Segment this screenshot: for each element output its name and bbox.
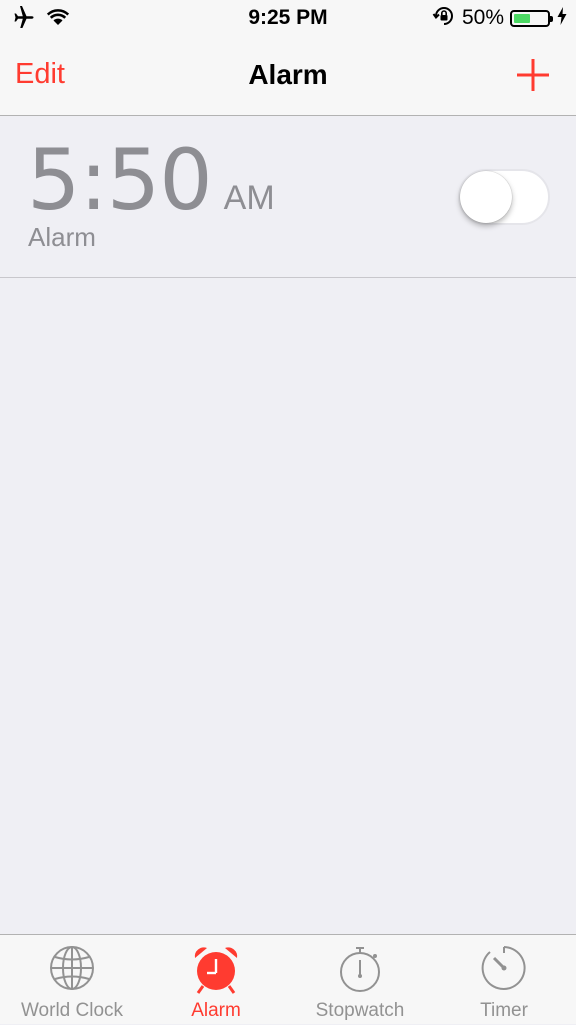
alarm-label: Alarm xyxy=(28,222,96,252)
battery-percent: 50% xyxy=(461,6,504,29)
toggle-knob xyxy=(460,171,512,223)
top-bar-background: 9:25 PM 50% Edit Alarm xyxy=(0,0,576,116)
battery-tip xyxy=(550,15,553,22)
alarm-toggle[interactable] xyxy=(458,169,550,225)
tab-stopwatch[interactable]: Stopwatch xyxy=(288,935,432,1025)
tab-alarm[interactable]: Alarm xyxy=(144,935,288,1025)
tab-world-clock[interactable]: World Clock xyxy=(0,935,144,1025)
timer-icon xyxy=(481,946,526,990)
tab-bar: World Clock Alarm Stopwatch Timer xyxy=(0,934,576,1024)
stopwatch-icon xyxy=(340,947,380,992)
battery-level-fill xyxy=(514,13,530,23)
rotation-lock-icon xyxy=(432,4,456,33)
plus-icon xyxy=(517,59,549,91)
alarm-ampm: AM xyxy=(223,179,275,217)
alarm-row[interactable]: 5:50 AM Alarm xyxy=(0,116,576,278)
tab-label: Stopwatch xyxy=(315,1000,405,1021)
tab-label: World Clock xyxy=(20,1000,124,1021)
page-title: Alarm xyxy=(248,59,328,90)
charging-bolt-icon xyxy=(556,6,568,31)
battery-icon xyxy=(510,9,553,27)
add-alarm-button[interactable] xyxy=(516,58,550,92)
status-bar: 9:25 PM 50% xyxy=(0,0,576,38)
tab-label: Alarm xyxy=(191,1000,241,1021)
alarm-clock-icon xyxy=(194,947,238,994)
alarm-time-line: 5:50 AM xyxy=(27,138,275,222)
globe-icon xyxy=(50,946,94,990)
navigation-bar: Edit Alarm xyxy=(0,38,576,115)
tab-timer[interactable]: Timer xyxy=(432,935,576,1025)
status-bar-right: 50% xyxy=(432,6,568,30)
tab-label: Timer xyxy=(480,1000,528,1021)
alarm-time: 5:50 xyxy=(27,131,213,229)
